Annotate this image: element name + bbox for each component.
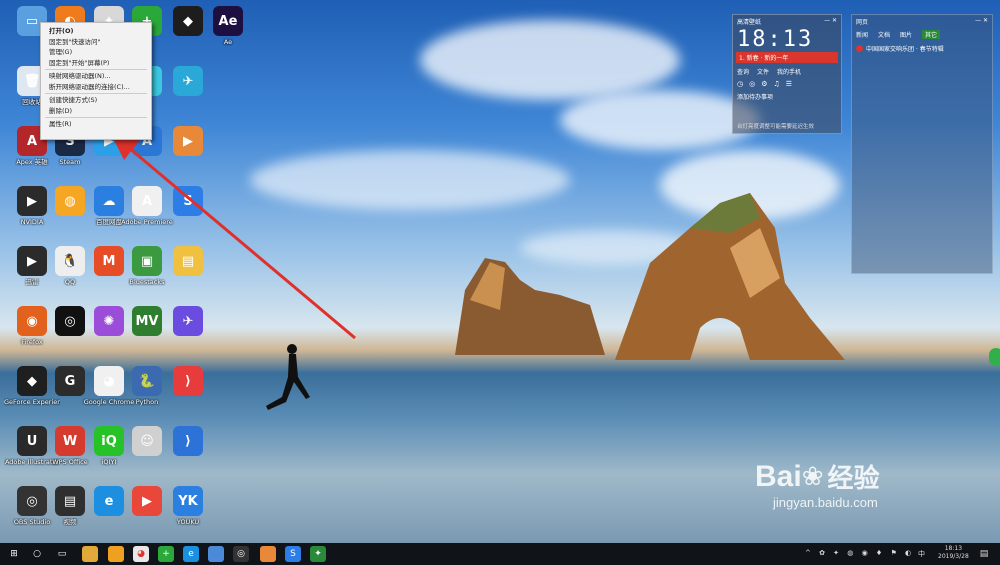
clock-date: 2019/3/28 [938,553,969,560]
desktop-icon-label: YOUKU [176,518,200,526]
paw-icon: ❀ [801,461,824,492]
menu-item-create-shortcut[interactable]: 创建快捷方式(S) [41,95,151,106]
menu-item-open[interactable]: 打开(O) [41,26,151,37]
cloud [420,20,680,100]
annotation-arrow [110,132,356,340]
desktop-icon[interactable]: ✈ [160,66,216,128]
youku-icon: YK [173,486,203,516]
weibo-icon [856,45,863,52]
app-icon: ⟩ [173,426,203,456]
rock-formation-right [615,193,845,360]
news-headline[interactable]: 中国国家交响乐团 · 春节特辑 [866,44,944,53]
widget-add-todo[interactable]: 添加待办事项 [733,88,841,105]
swap-icon: ⟩ [173,366,203,396]
menu-item-pin-start[interactable]: 固定到"开始"屏幕(P) [41,58,151,69]
widget-btn-file[interactable]: 文件 [757,67,769,76]
news-tab-images[interactable]: 图片 [900,30,912,39]
menu-item-manage[interactable]: 管理(G) [41,47,151,58]
start-button-icon[interactable]: ⊞ [6,546,22,562]
taskbar-app5-icon[interactable]: S [285,546,301,562]
runner-silhouette [266,344,310,410]
desktop-icon[interactable]: ⟩ [160,426,216,488]
desktop[interactable]: ▭ 🗑 回收站 A Apex 英雄 ▶ NVIDIA ▶ 迅雷 ◉ Firefox ◆ GeForce … [0,0,1000,565]
clock-subtitle: 1. 新春 · 新的一年 [736,52,838,63]
watermark-url: jingyan.baidu.com [773,495,878,510]
system-tray-icons[interactable]: ^ ✿ ✦ ◍ ◉ ♦ ⚑ ◐ [805,549,914,557]
widget-icon-row: ◷◎⚙♫☰ [737,80,799,88]
news-widget[interactable]: 网页 — ✕ 新闻 文档 图片 其它 中国国家交响乐团 · 春节特辑 [851,14,993,274]
widget-btn-phone[interactable]: 我的手机 [777,67,801,76]
menu-item-map-drive[interactable]: 映射网络驱动器(N)... [41,71,151,82]
baidu-watermark: Bai ❀ 经验 jingyan.baidu.com [755,458,955,528]
context-menu: 打开(O) 固定到"快速访问" 管理(G) 固定到"开始"屏幕(P) 映射网络驱… [40,22,152,140]
menu-item-delete[interactable]: 删除(D) [41,106,151,117]
notification-icon[interactable]: ▤ [976,546,992,562]
widget-title: 高清壁纸 [737,19,762,26]
news-tab-web[interactable]: 网页 [856,17,868,26]
desktop-icon[interactable]: Ae Ae [200,6,256,68]
taskbar-ie-icon[interactable]: e [183,546,199,562]
taskbar-app-icon[interactable] [108,546,124,562]
taskbar-360-icon[interactable]: + [158,546,174,562]
desktop-icon[interactable]: YK YOUKU [160,486,216,548]
widget-close-icon[interactable]: — ✕ [824,17,837,26]
desktop-icon-label: Ae [223,38,233,46]
clock-widget[interactable]: 高清壁纸 — ✕ 18:13 1. 新春 · 新的一年 查询 文件 我的手机 ◷… [732,14,842,134]
clock-time: 18:13 [944,545,963,552]
cloud-face-icon: ☺ [132,426,162,456]
file-explorer-icon[interactable] [82,546,98,562]
taskbar: ⊞ ○ ▭ ◕ + e ◎ S ✦ ^ ✿ ✦ ◍ ◉ ♦ ⚑ ◐ 中 18:1… [0,543,1000,565]
menu-separator [45,69,147,70]
watermark-brand2: 经验 [827,464,880,494]
python-icon: 🐍 [132,366,162,396]
menu-item-disconnect-drive[interactable]: 断开网络驱动器的连接(C)... [41,82,151,93]
news-tab-other[interactable]: 其它 [922,30,941,39]
taskbar-app6-icon[interactable]: ✦ [310,546,326,562]
video2-icon: ▶ [132,486,162,516]
menu-separator [45,93,147,94]
widget-btn-query[interactable]: 查询 [737,67,749,76]
clock[interactable]: 18:13 2019/3/28 [938,545,969,561]
news-tab-docs[interactable]: 文档 [878,30,890,39]
menu-item-pin-quick-access[interactable]: 固定到"快速访问" [41,37,151,48]
news-close-icon[interactable]: — ✕ [975,17,988,26]
cloud [560,90,760,150]
task-view-icon[interactable]: ▭ [54,546,70,562]
clock-time: 18:13 [737,27,814,52]
taskbar-app3-icon[interactable]: ◎ [233,546,249,562]
menu-separator [45,117,147,118]
taskbar-app4-icon[interactable] [260,546,276,562]
rock-formation-left [455,258,605,355]
cortana-icon[interactable]: ○ [29,546,45,562]
language-indicator[interactable]: 中 [918,549,925,559]
taskbar-app2-icon[interactable] [208,546,224,562]
ae-icon: Ae [213,6,243,36]
game3-icon: ◆ [173,6,203,36]
menu-item-properties[interactable]: 属性(R) [41,119,151,130]
taskbar-chrome-icon[interactable]: ◕ [133,546,149,562]
news-tab-news[interactable]: 新闻 [856,30,868,39]
desktop-icon[interactable]: ⟩ [160,366,216,428]
plane-icon: ✈ [173,66,203,96]
side-handle-icon[interactable] [989,348,1000,366]
watermark-brand: Bai [755,459,802,493]
widget-footer: 台灯亮度调整可能需要延迟生效 [737,124,815,130]
